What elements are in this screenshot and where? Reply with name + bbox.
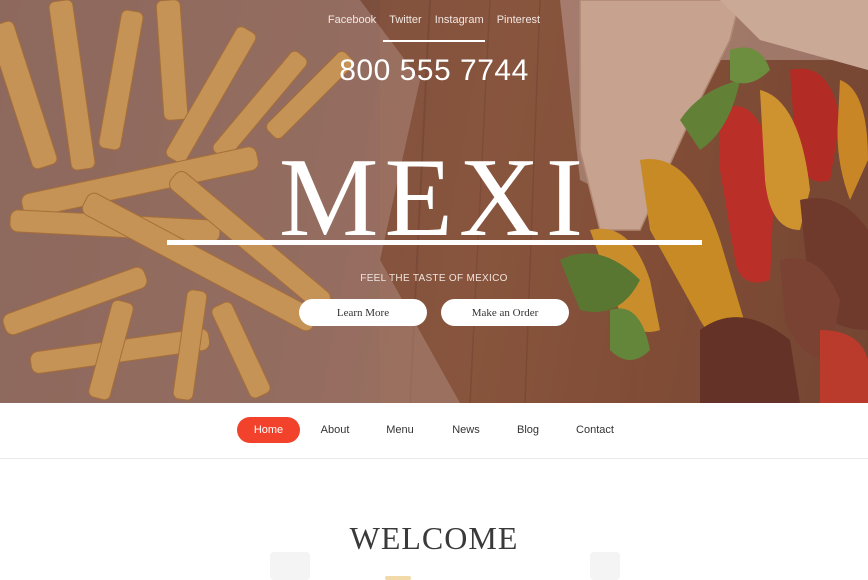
site-logo[interactable]: MEXI [0, 142, 868, 254]
logo-underline [167, 240, 702, 245]
social-links: Facebook Twitter Instagram Pinterest [0, 14, 868, 26]
instagram-link[interactable]: Instagram [435, 14, 484, 26]
make-order-button[interactable]: Make an Order [441, 299, 569, 326]
welcome-decoration [590, 552, 620, 580]
main-navigation: Home About Menu News Blog Contact [0, 403, 868, 459]
nav-item-about[interactable]: About [310, 417, 360, 443]
nav-item-news[interactable]: News [443, 417, 489, 443]
welcome-decoration [270, 552, 310, 580]
nav-item-contact[interactable]: Contact [569, 417, 621, 443]
pinterest-link[interactable]: Pinterest [497, 14, 540, 26]
welcome-ornament-icon [385, 576, 411, 580]
nav-item-menu[interactable]: Menu [377, 417, 423, 443]
welcome-heading: WELCOME [349, 520, 519, 556]
nav-item-home[interactable]: Home [237, 417, 300, 443]
phone-number: 800 555 7744 [339, 54, 529, 87]
nav-item-blog[interactable]: Blog [506, 417, 550, 443]
twitter-link[interactable]: Twitter [389, 14, 421, 26]
learn-more-button[interactable]: Learn More [299, 299, 427, 326]
facebook-link[interactable]: Facebook [328, 14, 376, 26]
hero-tagline: FEEL THE TASTE OF MEXICO [360, 273, 508, 284]
social-divider [383, 40, 485, 42]
hero-section: Facebook Twitter Instagram Pinterest 800… [0, 0, 868, 403]
